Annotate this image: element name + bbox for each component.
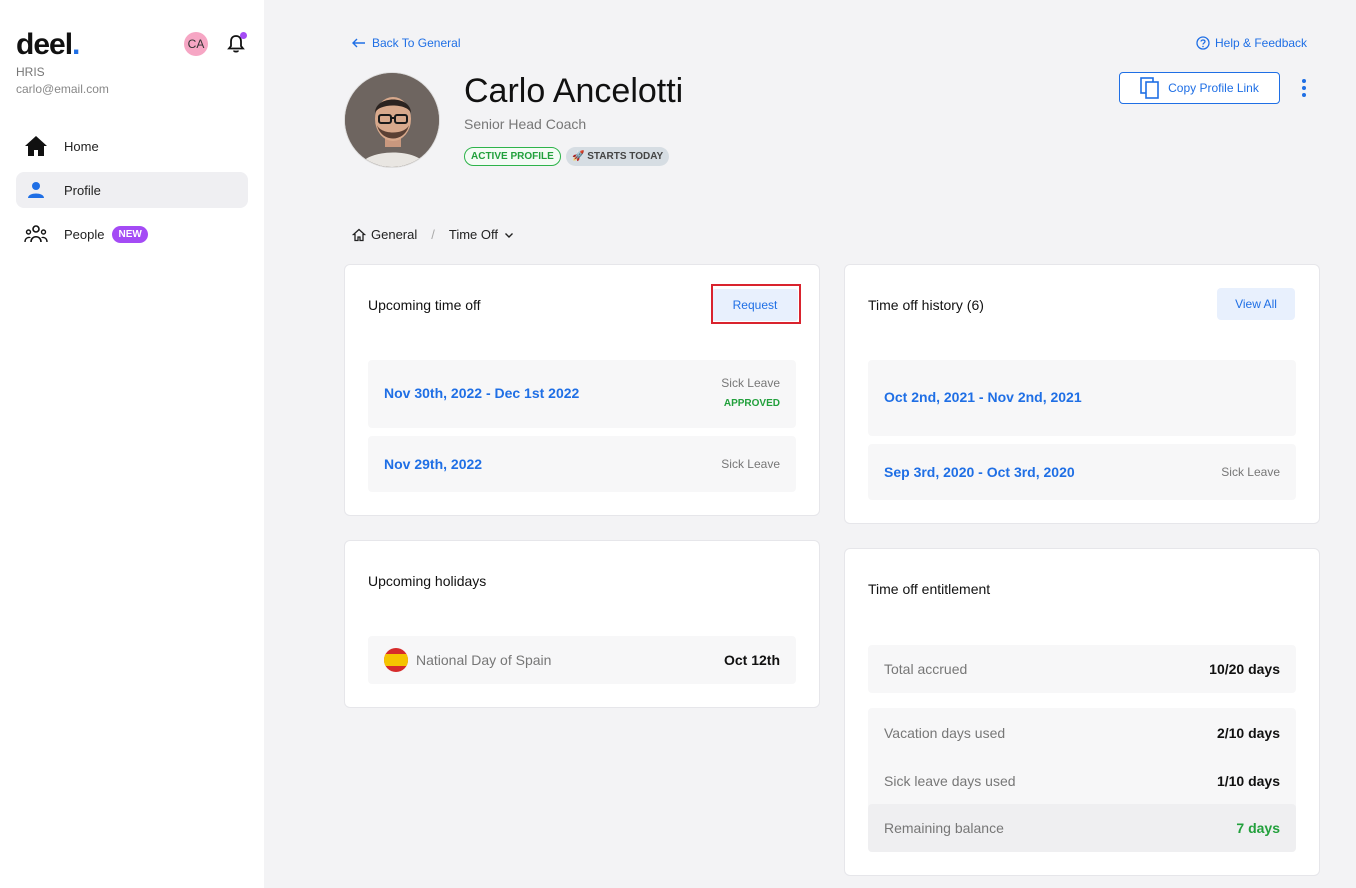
profile-name: Carlo Ancelotti — [464, 72, 684, 110]
time-off-type: Sick Leave — [721, 457, 780, 471]
time-off-date: Nov 30th, 2022 - Dec 1st 2022 — [384, 385, 580, 401]
holiday-name: National Day of Spain — [416, 652, 552, 668]
notification-dot — [240, 32, 247, 39]
time-off-date: Oct 2nd, 2021 - Nov 2nd, 2021 — [884, 389, 1082, 405]
active-profile-badge: ACTIVE PROFILE — [464, 147, 561, 166]
time-off-type: Sick Leave — [721, 376, 780, 390]
time-off-date: Nov 29th, 2022 — [384, 456, 483, 472]
spain-flag-icon — [384, 648, 408, 672]
entitlement-value: 1/10 days — [1216, 773, 1280, 789]
breadcrumb-time-off[interactable]: Time Off — [449, 227, 498, 242]
card-title: Upcoming time off — [368, 297, 481, 313]
user-email: carlo@email.com — [16, 82, 109, 96]
request-highlight-box — [711, 284, 801, 324]
entitlement-value: 10/20 days — [1209, 661, 1280, 677]
user-icon — [24, 178, 48, 202]
deel-logo[interactable]: deel. — [16, 28, 80, 62]
sidebar: deel. HRIS carlo@email.com CA Home Profi… — [0, 0, 264, 888]
upcoming-holidays-card: Upcoming holidays National Day of Spain … — [344, 540, 820, 708]
entitlement-label: Vacation days used — [884, 725, 1006, 741]
avatar[interactable]: CA — [184, 32, 208, 56]
breadcrumb-general[interactable]: General — [371, 227, 417, 242]
copy-profile-link-button[interactable]: Copy Profile Link — [1119, 72, 1280, 104]
entitlement-label: Sick leave days used — [884, 773, 1016, 789]
sidebar-item-label: People — [64, 226, 105, 242]
card-title: Time off history (6) — [868, 297, 984, 313]
entitlement-row: Total accrued 10/20 days — [868, 645, 1296, 693]
holiday-date: Oct 12th — [723, 652, 780, 668]
card-title: Upcoming holidays — [368, 573, 487, 589]
approved-status: APPROVED — [723, 398, 780, 409]
remaining-balance-value: 7 days — [1236, 820, 1280, 836]
new-badge: NEW — [112, 225, 148, 243]
list-item[interactable]: Oct 2nd, 2021 - Nov 2nd, 2021 — [868, 360, 1296, 436]
entitlement-value: 2/10 days — [1216, 725, 1280, 741]
more-options-icon[interactable] — [1294, 76, 1314, 100]
profile-photo — [344, 72, 440, 168]
chevron-down-icon[interactable] — [503, 229, 515, 241]
starts-today-badge: 🚀 STARTS TODAY — [566, 147, 670, 166]
sidebar-item-label: Home — [64, 138, 99, 154]
sidebar-item-home[interactable]: Home — [16, 128, 248, 164]
sidebar-item-profile[interactable]: Profile — [16, 172, 248, 208]
time-off-entitlement-card: Time off entitlement Total accrued 10/20… — [844, 548, 1320, 876]
profile-role: Senior Head Coach — [464, 116, 587, 132]
time-off-date: Sep 3rd, 2020 - Oct 3rd, 2020 — [884, 464, 1075, 480]
card-title: Time off entitlement — [868, 581, 991, 597]
home-outline-icon — [352, 228, 366, 241]
list-item[interactable]: Sep 3rd, 2020 - Oct 3rd, 2020 Sick Leave — [868, 444, 1296, 500]
back-link-label: Back To General — [372, 36, 461, 50]
copy-button-label: Copy Profile Link — [1168, 81, 1259, 95]
entitlement-label: Total accrued — [884, 661, 968, 677]
help-feedback-link[interactable]: Help & Feedback — [1196, 36, 1307, 50]
holiday-item: National Day of Spain Oct 12th — [368, 636, 796, 684]
arrow-left-icon — [352, 38, 365, 48]
entitlement-breakdown: Vacation days used 2/10 days Sick leave … — [868, 708, 1296, 852]
breadcrumb: General / Time Off — [352, 227, 520, 242]
help-icon — [1196, 36, 1210, 50]
view-all-button[interactable]: View All — [1217, 288, 1295, 320]
time-off-type: Sick Leave — [1221, 465, 1280, 479]
list-item[interactable]: Nov 29th, 2022 Sick Leave — [368, 436, 796, 492]
org-label: HRIS — [16, 65, 45, 79]
help-link-label: Help & Feedback — [1215, 36, 1308, 50]
entitlement-label: Remaining balance — [884, 820, 1004, 836]
people-icon — [24, 222, 48, 246]
breadcrumb-separator: / — [431, 227, 435, 242]
sidebar-item-label: Profile — [64, 182, 101, 198]
copy-icon — [1140, 77, 1159, 99]
sidebar-item-people[interactable]: People NEW — [16, 216, 248, 252]
remaining-balance-row: Remaining balance 7 days — [868, 804, 1296, 852]
list-item[interactable]: Nov 30th, 2022 - Dec 1st 2022 Sick Leave… — [368, 360, 796, 428]
back-to-general-link[interactable]: Back To General — [352, 36, 461, 50]
time-off-history-card: Time off history (6) View All Oct 2nd, 2… — [844, 264, 1320, 524]
home-icon — [24, 134, 48, 158]
